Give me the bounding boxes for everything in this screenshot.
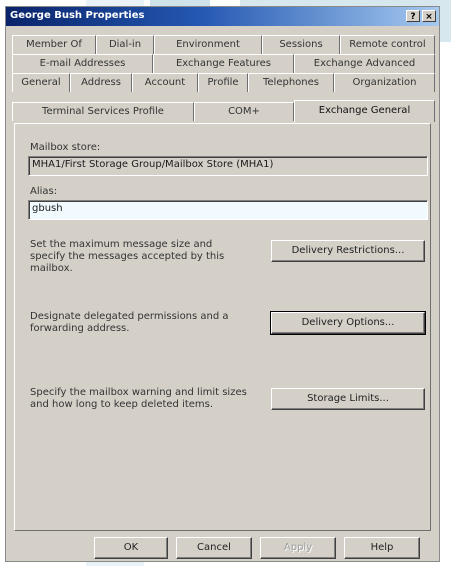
ok-button[interactable]: OK [94,537,168,559]
tab-organization[interactable]: Organization [334,73,435,92]
tab-exchange-general[interactable]: Exchange General [294,100,435,122]
delivery-restrictions-description: Set the maximum message size and specify… [30,239,225,274]
tab-account[interactable]: Account [132,73,198,92]
help-button[interactable]: Help [344,537,420,559]
tab-email-addresses[interactable]: E-mail Addresses [12,54,153,73]
mailbox-store-label: Mailbox store: [30,142,101,153]
tab-address[interactable]: Address [70,73,132,92]
tab-row: Terminal Services Profile COM+ Exchange … [12,100,435,122]
close-icon[interactable]: × [422,10,436,22]
exchange-general-panel: Mailbox store: MHA1/First Storage Group/… [14,123,431,531]
properties-dialog: George Bush Properties ? × Member Of Dia… [5,6,440,562]
tab-dial-in[interactable]: Dial-in [96,35,154,54]
tab-terminal-services-profile[interactable]: Terminal Services Profile [12,102,194,121]
cancel-button[interactable]: Cancel [176,537,252,559]
tab-telephones[interactable]: Telephones [248,73,334,92]
alias-input[interactable]: gbush [28,200,428,220]
storage-limits-button[interactable]: Storage Limits... [271,388,425,410]
tab-member-of[interactable]: Member Of [12,35,96,54]
apply-button[interactable]: Apply [260,537,336,559]
alias-label: Alias: [30,186,58,197]
tab-com-plus[interactable]: COM+ [194,102,294,121]
delivery-restrictions-button[interactable]: Delivery Restrictions... [271,240,425,262]
tab-profile[interactable]: Profile [198,73,248,92]
tab-row: General Address Account Profile Telephon… [12,73,435,92]
tab-exchange-features[interactable]: Exchange Features [153,54,294,73]
tab-sessions[interactable]: Sessions [262,35,340,54]
window-title: George Bush Properties [10,10,145,21]
tab-remote-control[interactable]: Remote control [340,35,435,54]
storage-limits-description: Specify the mailbox warning and limit si… [30,387,247,410]
title-bar: George Bush Properties ? × [6,7,439,26]
tab-row: E-mail Addresses Exchange Features Excha… [12,54,435,73]
tab-environment[interactable]: Environment [154,35,262,54]
tab-row: Member Of Dial-in Environment Sessions R… [12,35,435,54]
mailbox-store-field: MHA1/First Storage Group/Mailbox Store (… [28,156,428,176]
help-icon[interactable]: ? [406,10,420,22]
tab-general[interactable]: General [12,73,70,92]
tab-exchange-advanced[interactable]: Exchange Advanced [294,54,435,73]
delivery-options-button[interactable]: Delivery Options... [270,311,426,335]
delivery-options-description: Designate delegated permissions and a fo… [30,311,229,334]
